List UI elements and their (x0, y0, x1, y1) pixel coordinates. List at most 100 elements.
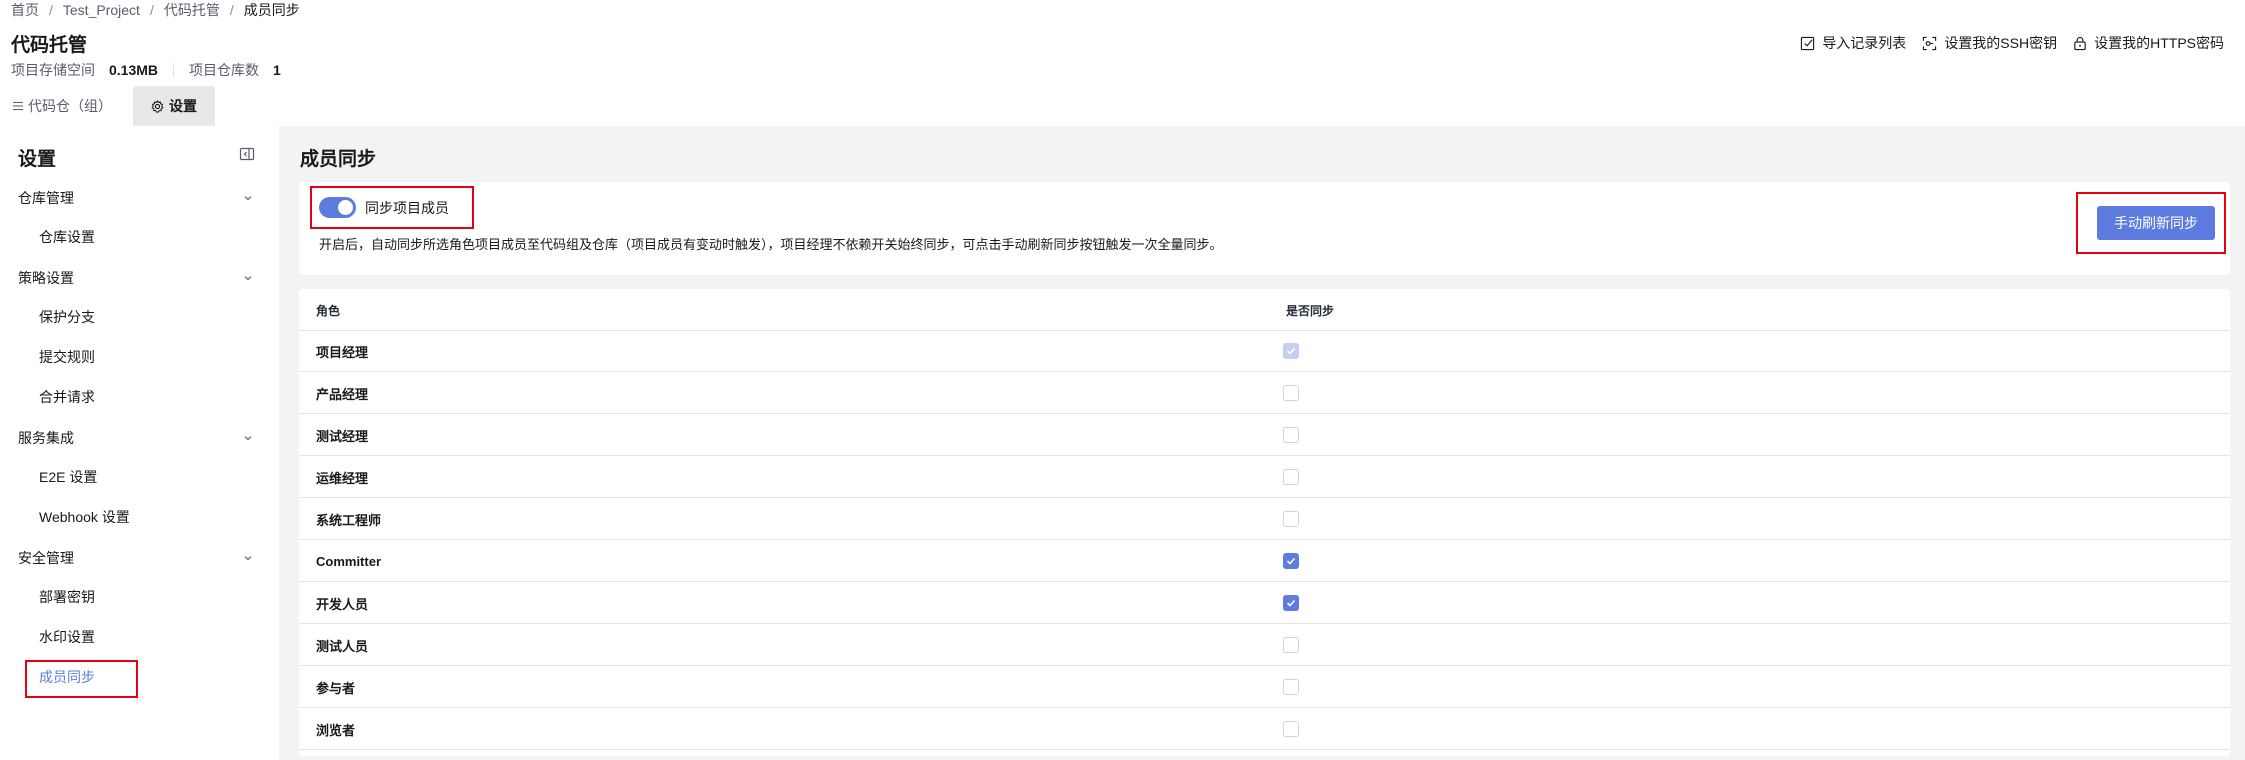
manual-refresh-button[interactable]: 手动刷新同步 (2097, 206, 2215, 240)
role-name: 产品经理 (316, 386, 369, 402)
repo-count-label: 项目仓库数 (189, 62, 260, 78)
column-header-sync-label: 是否同步 (1286, 303, 1335, 318)
chevron-down-icon (244, 276, 252, 281)
breadcrumb-separator: / (149, 2, 154, 18)
sidebar-title: 设置 (18, 149, 57, 170)
import-records-label: 导入记录列表 (1822, 35, 1907, 51)
stats-divider (173, 63, 175, 77)
group-label: 安全管理 (18, 550, 74, 566)
gear-icon (151, 99, 164, 113)
column-header-role: 角色 (316, 303, 341, 318)
table-row: Committer (299, 540, 2230, 582)
breadcrumb-separator: / (49, 2, 53, 18)
sync-members-toggle[interactable] (319, 197, 356, 218)
sync-checkbox[interactable] (1283, 679, 1299, 695)
group-label: 策略设置 (18, 270, 74, 286)
https-password-label: 设置我的HTTPS密码 (2094, 35, 2224, 51)
sync-checkbox[interactable] (1283, 385, 1299, 401)
page-title: 代码托管 (11, 35, 88, 56)
breadcrumb-separator: / (229, 2, 234, 18)
role-name: 测试人员 (316, 638, 369, 654)
checkmark-icon (1286, 599, 1296, 607)
group-security-management[interactable]: 安全管理 (18, 546, 254, 570)
lock-icon (2074, 36, 2086, 50)
sync-cell (1283, 498, 1299, 540)
content-title: 成员同步 (300, 149, 377, 170)
ssh-key-link[interactable]: 设置我的SSH密钥 (1922, 33, 2057, 53)
sidebar-item-e2e-settings[interactable]: E2E 设置 (39, 465, 97, 489)
breadcrumb-project[interactable]: Test_Project (63, 2, 140, 18)
settings-sidebar: 设置 仓库管理 仓库设置 策略设置 保护分支 提交规则 合并请求 服务集成 E2… (0, 126, 279, 760)
collapse-sidebar-icon[interactable] (239, 146, 255, 162)
tab-bar: 代码仓（组） 设置 (0, 86, 215, 126)
tab-settings-label: 设置 (169, 98, 197, 114)
tab-repos[interactable]: 代码仓（组） (0, 86, 125, 126)
table-row: 运维经理 (299, 456, 2230, 498)
chevron-down-icon (244, 556, 252, 561)
sync-cell (1283, 582, 1299, 624)
sync-checkbox[interactable] (1283, 637, 1299, 653)
table-row: 系统工程师 (299, 498, 2230, 540)
table-row: 项目经理 (299, 330, 2230, 372)
storage-value: 0.13MB (109, 62, 159, 78)
role-name: 项目经理 (316, 344, 369, 360)
sync-description: 开启后，自动同步所选角色项目成员至代码组及仓库（项目成员有变动时触发），项目经理… (319, 237, 1223, 252)
group-repo-management[interactable]: 仓库管理 (18, 186, 254, 210)
role-name: 系统工程师 (316, 512, 382, 528)
import-list-icon (1801, 36, 1815, 50)
role-name: 运维经理 (316, 470, 369, 486)
sidebar-item-deploy-keys[interactable]: 部署密钥 (39, 585, 95, 609)
group-label: 仓库管理 (18, 190, 74, 206)
tab-settings[interactable]: 设置 (133, 86, 215, 126)
sync-checkbox[interactable] (1283, 427, 1299, 443)
role-name: 参与者 (316, 680, 356, 696)
breadcrumb-code-hosting[interactable]: 代码托管 (164, 0, 220, 20)
sync-checkbox[interactable] (1283, 469, 1299, 485)
sidebar-item-member-sync[interactable]: 成员同步 (39, 665, 95, 689)
table-row: 参与者 (299, 666, 2230, 708)
import-records-link[interactable]: 导入记录列表 (1800, 33, 1906, 53)
sidebar-item-commit-rules[interactable]: 提交规则 (39, 345, 95, 369)
breadcrumb: 首页 / Test_Project / 代码托管 / 成员同步 (11, 1, 300, 19)
sidebar-item-repo-settings[interactable]: 仓库设置 (39, 225, 95, 249)
checkmark-icon (1286, 557, 1296, 565)
sync-cell (1283, 456, 1299, 498)
breadcrumb-home[interactable]: 首页 (11, 0, 39, 20)
sync-checkbox[interactable] (1283, 721, 1299, 737)
sidebar-item-protected-branches[interactable]: 保护分支 (39, 305, 95, 329)
sidebar-item-merge-requests[interactable]: 合并请求 (39, 385, 95, 409)
group-service-integration[interactable]: 服务集成 (18, 426, 254, 450)
sidebar-item-watermark-settings[interactable]: 水印设置 (39, 625, 95, 649)
sync-checkbox[interactable] (1283, 595, 1299, 611)
sync-settings-card: 同步项目成员 开启后，自动同步所选角色项目成员至代码组及仓库（项目成员有变动时触… (299, 182, 2230, 275)
key-scan-icon (1923, 36, 1937, 50)
table-row: 测试人员 (299, 624, 2230, 666)
table-row: 产品经理 (299, 372, 2230, 414)
sync-cell (1283, 708, 1299, 750)
sync-checkbox[interactable] (1283, 511, 1299, 527)
sync-members-label: 同步项目成员 (365, 200, 449, 216)
sync-checkbox[interactable] (1283, 553, 1299, 569)
role-name: Committer (316, 553, 382, 569)
repo-count-value: 1 (273, 62, 281, 78)
role-sync-table: 角色 是否同步 项目经理产品经理测试经理运维经理系统工程师 Committer 开发… (299, 289, 2230, 756)
chevron-down-icon (244, 436, 252, 441)
column-header-sync: 是否同步 (1286, 289, 1334, 331)
role-name: 浏览者 (316, 722, 356, 738)
table-header: 角色 是否同步 (299, 289, 2230, 331)
tab-repos-label: 代码仓（组） (28, 98, 112, 114)
sync-checkbox (1283, 343, 1299, 359)
table-row: 开发人员 (299, 582, 2230, 624)
https-password-link[interactable]: 设置我的HTTPS密码 (2073, 33, 2224, 53)
breadcrumb-current: 成员同步 (243, 2, 300, 18)
list-icon (13, 101, 23, 111)
sync-cell (1283, 624, 1299, 666)
project-stats: 项目存储空间 0.13MB 项目仓库数 1 (11, 61, 281, 79)
sidebar-item-webhook-settings[interactable]: Webhook 设置 (39, 505, 130, 529)
checkmark-icon (1286, 347, 1296, 355)
table-row: 浏览者 (299, 708, 2230, 750)
sync-cell (1283, 330, 1299, 372)
role-name: 测试经理 (316, 428, 369, 444)
chevron-down-icon (244, 196, 252, 201)
group-policy-settings[interactable]: 策略设置 (18, 266, 254, 290)
